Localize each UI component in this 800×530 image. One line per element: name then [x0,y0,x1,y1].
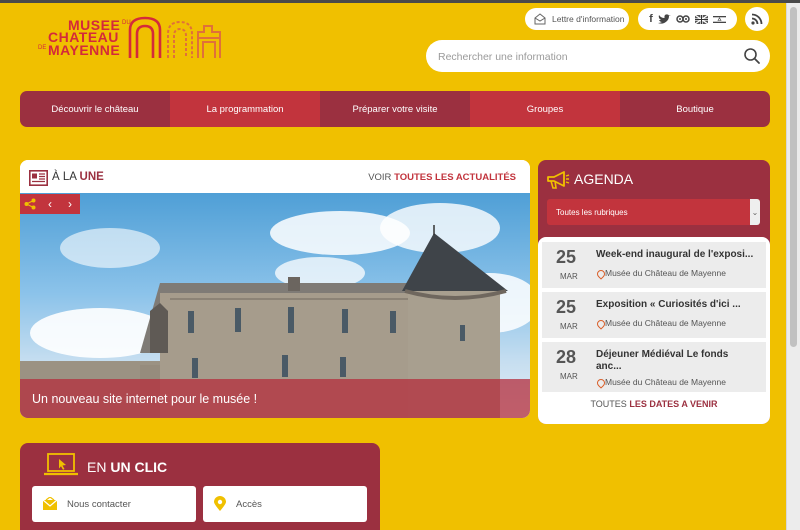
nav-item-programmation[interactable]: La programmation [170,91,320,127]
agenda-event[interactable]: 25 MAR Exposition « Curiosités d'ici ...… [542,292,766,338]
event-title-line1: Déjeuner Médiéval Le fonds [596,349,729,360]
rss-button[interactable] [745,7,769,31]
agenda-event[interactable]: 25 MAR Week-end inaugural de l'exposi...… [542,242,766,288]
chevron-right-icon[interactable]: › [60,194,80,214]
event-month: MAR [560,372,578,381]
a-la-une-panel: À LA UNE VOIR TOUTES LES ACTUALITÉS ‹ › … [20,160,530,418]
newsletter-icon [534,13,546,25]
laptop-click-icon [44,453,78,476]
newspaper-icon [29,170,48,186]
newsletter-button[interactable]: Lettre d'information [525,8,629,30]
search-input[interactable] [436,46,730,68]
en-un-clic-panel: EN UN CLIC Nous contacter Accès [20,443,380,530]
event-title: Week-end inaugural de l'exposi... [596,249,754,260]
agenda-event-list: 25 MAR Week-end inaugural de l'exposi...… [538,237,770,424]
browser-top-border [0,0,800,3]
search-icon[interactable] [743,47,761,65]
voir-prefix: VOIR [368,172,392,183]
israel-flag-icon[interactable] [712,14,726,24]
site-logo[interactable]: MUSEE DU CHATEAU DE MAYENNE [36,16,236,64]
castle-arches-logo-icon [128,16,221,58]
dates-a-venir-label: LES DATES A VENIR [629,399,718,409]
event-location: Musée du Château de Mayenne [605,318,726,328]
voir-toutes-actualites-link[interactable]: VOIR TOUTES LES ACTUALITÉS [368,172,516,183]
agenda-panel: AGENDA Toutes les rubriques ⌄ 25 MAR Wee… [538,160,770,424]
event-day: 25 [556,297,577,317]
tripadvisor-icon[interactable] [676,14,690,24]
acces-button[interactable]: Accès [203,486,367,522]
a-la-une-title: À LA UNE [52,171,104,183]
search-bar [426,40,770,72]
social-links: f [638,8,737,30]
page-scrollbar[interactable] [786,3,800,530]
event-title-line2: anc... [596,361,622,372]
agenda-category-select[interactable]: Toutes les rubriques ⌄ [547,199,760,225]
newsletter-label: Lettre d'information [552,14,625,24]
toutes-prefix: TOUTES [590,399,627,409]
rss-icon [751,13,763,25]
uk-flag-icon[interactable] [694,14,708,24]
nav-item-boutique[interactable]: Boutique [620,91,770,127]
main-navigation: Découvrir le château La programmation Pr… [20,91,770,127]
toutes-dates-link[interactable]: TOUTES LES DATES A VENIR [538,399,770,409]
toutes-actualites-label: TOUTES LES ACTUALITÉS [394,172,516,183]
a-la-une-title-prefix: À LA [52,171,77,183]
nous-contacter-label: Nous contacter [67,498,131,510]
agenda-event[interactable]: 28 MAR Déjeuner Médiéval Le fonds anc...… [542,342,766,392]
logo-line-mayenne: MAYENNE [48,42,121,58]
twitter-icon[interactable] [657,13,671,25]
agenda-select-value: Toutes les rubriques [556,207,628,217]
event-title: Déjeuner Médiéval Le fonds anc... [596,349,764,373]
en-un-clic-title: EN UN CLIC [87,459,167,475]
event-location: Musée du Château de Mayenne [605,377,726,387]
event-month: MAR [560,322,578,331]
acces-label: Accès [236,498,262,510]
location-pin-icon [214,496,226,511]
logo-small-de: DE [38,45,47,51]
share-icon[interactable] [20,194,40,214]
event-location: Musée du Château de Mayenne [605,268,726,278]
megaphone-icon [547,171,570,189]
scrollbar-thumb[interactable] [790,7,797,347]
nav-item-preparer-visite[interactable]: Préparer votre visite [320,91,470,127]
a-la-une-title-emph: UNE [79,171,104,183]
event-month: MAR [560,272,578,281]
nav-item-decouvrir[interactable]: Découvrir le château [20,91,170,127]
nav-item-groupes[interactable]: Groupes [470,91,620,127]
envelope-icon [42,497,58,510]
event-title: Exposition « Curiosités d'ici ... [596,299,741,310]
agenda-title: AGENDA [574,171,634,187]
en-un-clic-prefix: EN [87,459,107,475]
nous-contacter-button[interactable]: Nous contacter [32,486,196,522]
en-un-clic-emph: UN CLIC [110,459,168,475]
slider-controls: ‹ › [20,194,80,214]
facebook-icon[interactable]: f [649,13,653,25]
chevron-left-icon[interactable]: ‹ [40,194,60,214]
chevron-down-icon[interactable]: ⌄ [750,199,760,225]
featured-caption[interactable]: Un nouveau site internet pour le musée ! [20,379,530,418]
a-la-une-header: À LA UNE VOIR TOUTES LES ACTUALITÉS [20,160,530,193]
event-day: 25 [556,247,577,267]
event-day: 28 [556,347,577,367]
